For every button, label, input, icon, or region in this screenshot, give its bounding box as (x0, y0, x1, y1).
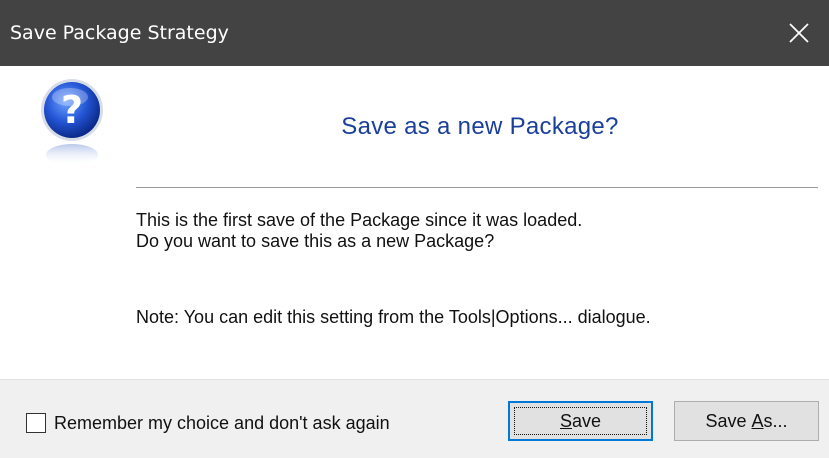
dialog-heading: Save as a new Package? (341, 113, 619, 140)
dialog-footer: Remember my choice and don't ask again S… (0, 379, 829, 458)
save-as-label-prefix: Save (705, 410, 752, 431)
note-text: Note: You can edit this setting from the… (136, 307, 651, 327)
separator (136, 187, 818, 188)
title-bar: Save Package Strategy (0, 0, 829, 66)
save-as-mnemonic: A (751, 410, 764, 431)
save-as-label-rest: s... (763, 410, 788, 431)
focus-ring (514, 407, 647, 435)
save-as-button[interactable]: Save As... (674, 401, 819, 441)
window-title: Save Package Strategy (10, 22, 229, 44)
remember-choice-checkbox[interactable] (26, 413, 46, 433)
message-line-1: This is the first save of the Package si… (136, 210, 583, 230)
message-line-2: Do you want to save this as a new Packag… (136, 231, 495, 251)
question-mark-icon: ? (41, 79, 103, 166)
svg-text:?: ? (61, 88, 83, 132)
remember-choice-option[interactable]: Remember my choice and don't ask again (26, 412, 390, 434)
close-icon (789, 23, 809, 43)
remember-choice-label: Remember my choice and don't ask again (54, 413, 390, 433)
save-package-strategy-dialog: Save Package Strategy ? Save as a new Pa… (0, 0, 829, 458)
close-button[interactable] (769, 0, 829, 66)
save-button[interactable]: Save (508, 401, 653, 441)
